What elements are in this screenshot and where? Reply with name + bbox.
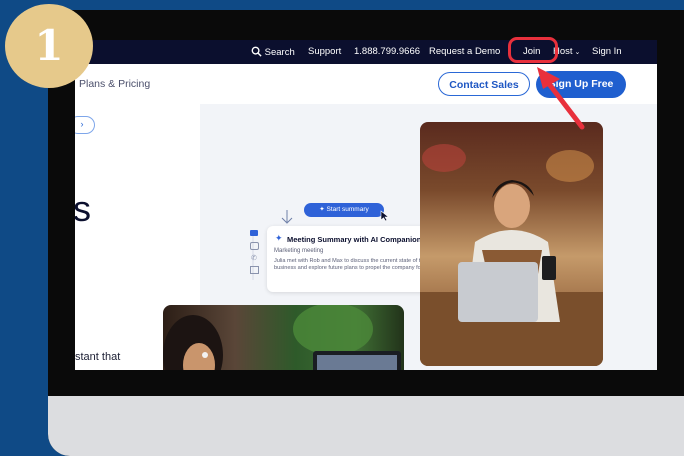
search-link[interactable]: Search bbox=[251, 46, 295, 58]
chat-icon bbox=[250, 242, 259, 250]
ai-card-body: Julia met with Rob and Max to discuss th… bbox=[274, 258, 437, 272]
phone-icon: ✆ bbox=[251, 255, 257, 262]
request-demo-link[interactable]: Request a Demo bbox=[429, 46, 500, 57]
monitor-chin bbox=[48, 396, 684, 456]
ai-sparkle-icon: ✦ bbox=[275, 233, 283, 243]
chevron-down-icon: ⌄ bbox=[572, 49, 581, 56]
top-utility-bar: Search Support 1.888.799.9666 Request a … bbox=[75, 40, 657, 64]
man-with-laptop-photo bbox=[420, 122, 603, 366]
man-with-laptop-illustration bbox=[420, 144, 603, 366]
browser-screen: Search Support 1.888.799.9666 Request a … bbox=[75, 40, 657, 370]
sign-in-link[interactable]: Sign In bbox=[592, 46, 622, 57]
contact-sales-button[interactable]: Contact Sales bbox=[438, 72, 530, 96]
sparkle-icon: ✦ bbox=[319, 206, 327, 213]
sign-up-free-button[interactable]: Sign Up Free bbox=[536, 71, 626, 98]
video-icon bbox=[250, 230, 258, 236]
hero-description-fragment: stant that bbox=[75, 351, 121, 363]
start-summary-button[interactable]: ✦ Start summary bbox=[304, 203, 384, 217]
search-label: Search bbox=[264, 47, 295, 58]
whiteboard-icon bbox=[250, 266, 259, 274]
join-highlight-box bbox=[508, 37, 558, 63]
hero-heading-fragment: s bbox=[75, 188, 91, 229]
start-summary-label: Start summary bbox=[326, 206, 369, 213]
step-number-badge: 1 bbox=[5, 4, 93, 88]
main-navbar: Plans & Pricing Contact Sales Sign Up Fr… bbox=[75, 64, 657, 105]
support-link[interactable]: Support bbox=[308, 46, 341, 57]
search-icon bbox=[251, 46, 262, 57]
ai-card-subtitle: Marketing meeting bbox=[274, 248, 324, 254]
chevron-right-icon: › bbox=[80, 119, 84, 129]
mouse-cursor-icon bbox=[380, 210, 390, 222]
plans-pricing-link[interactable]: Plans & Pricing bbox=[79, 78, 150, 90]
ai-card-title: Meeting Summary with AI Companion bbox=[287, 235, 422, 244]
woman-at-computer-illustration bbox=[163, 305, 401, 370]
hero-chip-button[interactable]: › bbox=[75, 116, 95, 134]
woman-at-computer-photo bbox=[163, 305, 404, 370]
phone-link[interactable]: 1.888.799.9666 bbox=[354, 46, 420, 57]
